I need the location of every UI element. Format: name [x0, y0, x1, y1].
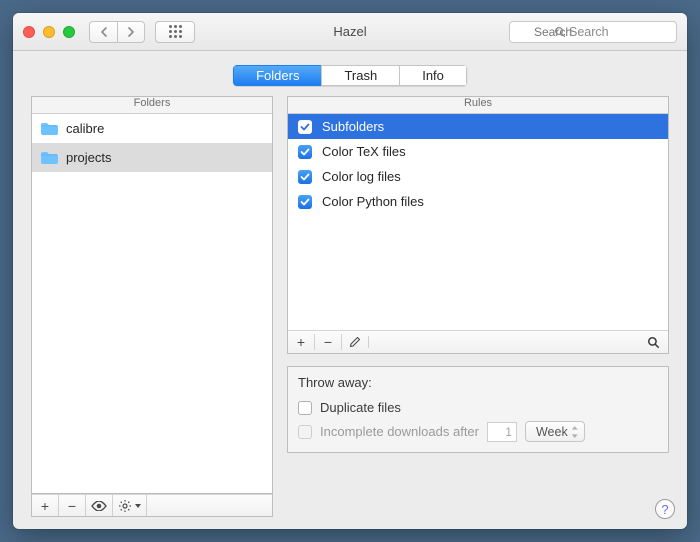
duplicate-files-label: Duplicate files	[320, 400, 401, 415]
rule-checkbox[interactable]	[298, 120, 312, 134]
rule-row[interactable]: Color Python files	[288, 189, 668, 214]
tab-row: Folders Trash Info	[13, 51, 687, 96]
rule-row[interactable]: Subfolders	[288, 114, 668, 139]
tab-trash[interactable]: Trash	[321, 65, 399, 86]
preview-button[interactable]	[86, 495, 113, 516]
rules-list[interactable]: Subfolders Color TeX files Color log fil…	[288, 114, 668, 330]
tab-info[interactable]: Info	[399, 65, 467, 86]
add-folder-button[interactable]: +	[32, 495, 59, 516]
rule-label: Color TeX files	[322, 144, 406, 159]
tab-folders[interactable]: Folders	[233, 65, 321, 86]
back-button[interactable]	[89, 21, 117, 43]
folders-toolbar: + −	[31, 494, 273, 517]
action-menu-button[interactable]	[113, 495, 147, 516]
prefs-window: Hazel Search Folders Trash Info Folders …	[13, 13, 687, 529]
duplicate-files-checkbox[interactable]	[298, 401, 312, 415]
incomplete-downloads-label: Incomplete downloads after	[320, 424, 479, 439]
folder-icon	[40, 151, 58, 165]
zoom-window-button[interactable]	[63, 26, 75, 38]
throw-away-section: Throw away: Duplicate files Incomplete d…	[287, 366, 669, 453]
folder-row[interactable]: projects	[32, 143, 272, 172]
incomplete-value-field[interactable]	[487, 422, 517, 442]
rules-search-button[interactable]	[638, 336, 668, 349]
incomplete-unit-label: Week	[536, 425, 568, 439]
traffic-lights	[23, 26, 75, 38]
incomplete-unit-popup[interactable]: Week	[525, 421, 585, 442]
rule-checkbox[interactable]	[298, 170, 312, 184]
rule-label: Subfolders	[322, 119, 384, 134]
folder-label: calibre	[66, 121, 104, 136]
rule-checkbox[interactable]	[298, 195, 312, 209]
rule-row[interactable]: Color TeX files	[288, 139, 668, 164]
incomplete-downloads-row: Incomplete downloads after Week	[298, 421, 658, 442]
rules-header: Rules	[287, 96, 669, 114]
help-button[interactable]: ?	[655, 499, 675, 519]
add-rule-button[interactable]: +	[288, 334, 315, 350]
pencil-icon	[349, 336, 361, 348]
duplicate-files-row: Duplicate files	[298, 400, 658, 415]
search-icon	[647, 336, 660, 349]
remove-rule-button[interactable]: −	[315, 334, 342, 350]
remove-folder-button[interactable]: −	[59, 495, 86, 516]
folder-icon	[40, 122, 58, 136]
rule-row[interactable]: Color log files	[288, 164, 668, 189]
rules-toolbar: + −	[288, 330, 668, 353]
folders-panel: Folders calibre projects + −	[31, 96, 273, 517]
folder-row[interactable]: calibre	[32, 114, 272, 143]
forward-button[interactable]	[117, 21, 145, 43]
titlebar: Hazel Search	[13, 13, 687, 51]
folders-list[interactable]: calibre projects	[31, 114, 273, 494]
rule-label: Color Python files	[322, 194, 424, 209]
minimize-window-button[interactable]	[43, 26, 55, 38]
nav-buttons	[89, 21, 145, 43]
edit-rule-button[interactable]	[342, 336, 369, 348]
folder-label: projects	[66, 150, 112, 165]
rule-label: Color log files	[322, 169, 401, 184]
folders-header: Folders	[31, 96, 273, 114]
show-all-button[interactable]	[155, 21, 195, 43]
chevron-down-icon	[135, 504, 141, 508]
search-input[interactable]	[509, 21, 677, 43]
close-window-button[interactable]	[23, 26, 35, 38]
segmented-tabs: Folders Trash Info	[233, 65, 467, 86]
rule-checkbox[interactable]	[298, 145, 312, 159]
incomplete-downloads-checkbox[interactable]	[298, 425, 312, 439]
search-field-wrap: Search	[509, 21, 677, 43]
gear-icon	[119, 499, 133, 513]
grid-icon	[169, 25, 182, 38]
throw-away-title: Throw away:	[298, 375, 658, 390]
rules-panel: Rules Subfolders Color TeX files	[287, 96, 669, 517]
eye-icon	[91, 501, 107, 511]
